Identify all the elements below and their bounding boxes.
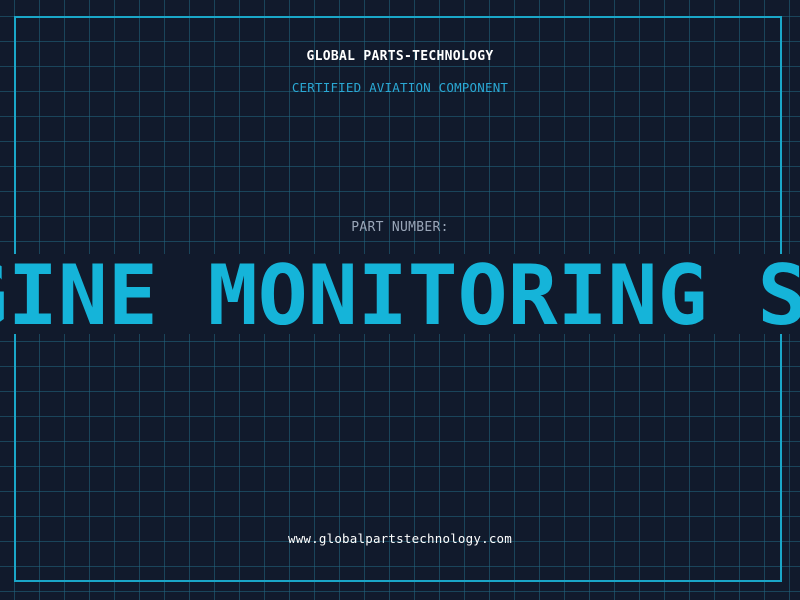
part-number-band: ENGINE MONITORING SYSTEM [0, 254, 800, 334]
company-name: GLOBAL PARTS-TECHNOLOGY [306, 49, 494, 64]
part-number-value: ENGINE MONITORING SYSTEM [0, 254, 800, 334]
label-canvas: GLOBAL PARTS-TECHNOLOGY CERTIFIED AVIATI… [0, 0, 800, 600]
certification-subtitle: CERTIFIED AVIATION COMPONENT [291, 80, 509, 95]
website-url: www.globalpartstechnology.com [287, 531, 513, 546]
part-number-label: PART NUMBER: [351, 220, 449, 235]
